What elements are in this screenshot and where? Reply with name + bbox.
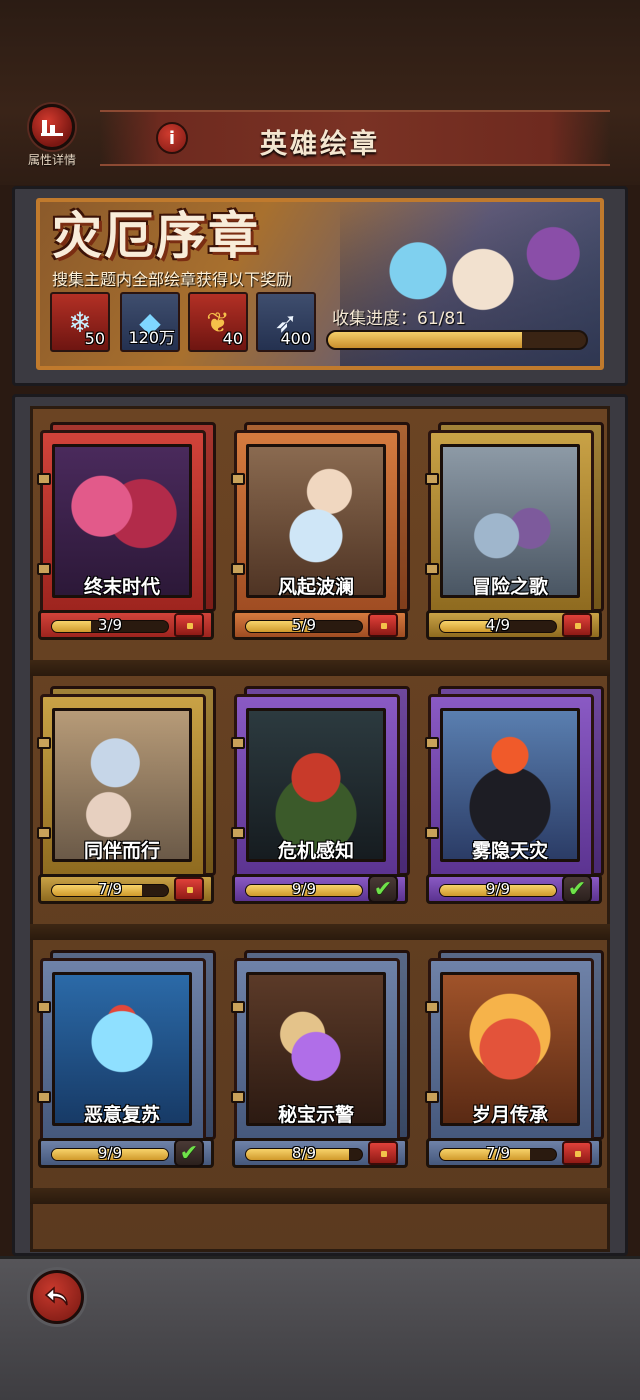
reward-chest-icon[interactable] [171, 873, 207, 905]
chest-icon [368, 613, 398, 637]
card-hinge [425, 1001, 439, 1013]
card-hinge [37, 737, 51, 749]
card-progress-bar: 9/9 ✔ [426, 874, 602, 904]
card-progress-text: 4/9 [485, 616, 511, 634]
shelf-divider [30, 660, 610, 676]
reward-quantity: 120万 [128, 328, 175, 347]
card-progress-text: 7/9 [485, 1144, 511, 1162]
banner-subtitle: 搜集主题内全部绘章获得以下奖励 [52, 270, 293, 289]
card-progress-bar: 7/9 [426, 1138, 602, 1168]
collection-card[interactable]: 风起波澜 5/9 [231, 422, 410, 640]
card-hinge [425, 1091, 439, 1103]
collection-card[interactable]: 秘宝示警 8/9 [231, 950, 410, 1168]
collection-progress-bar [326, 330, 588, 350]
chest-icon [174, 877, 204, 901]
collection-progress-label: 收集进度：61/81 [332, 309, 466, 329]
card-hinge [231, 1001, 245, 1013]
collection-progress-fill [328, 332, 523, 348]
card-hinge [37, 1001, 51, 1013]
reward-slot[interactable]: ❦ 40 [188, 292, 248, 352]
reward-chest-icon[interactable] [365, 1137, 401, 1169]
collection-card[interactable]: 恶意复苏 9/9 ✔ [37, 950, 216, 1168]
card-hinge [37, 1091, 51, 1103]
chest-icon [174, 613, 204, 637]
card-progress-text: 3/9 [97, 616, 123, 634]
card-progress-bar: 9/9 ✔ [38, 1138, 214, 1168]
card-progress-text: 7/9 [97, 880, 123, 898]
reward-quantity: 400 [280, 329, 311, 348]
card-progress-bar: 4/9 [426, 610, 602, 640]
card-title: 恶意复苏 [83, 1104, 160, 1126]
shelf-divider [30, 1188, 610, 1204]
card-title: 秘宝示警 [277, 1104, 354, 1126]
back-arrow-icon [44, 1286, 68, 1306]
collection-card[interactable]: 岁月传承 7/9 [425, 950, 604, 1168]
bottom-bar [0, 1256, 640, 1400]
reward-quantity: 50 [84, 329, 105, 348]
card-hinge [37, 827, 51, 839]
card-progress-text: 9/9 [291, 880, 317, 898]
completed-check-icon[interactable]: ✔ [171, 1137, 207, 1169]
card-hinge [231, 737, 245, 749]
collection-card[interactable]: 雾隐天灾 9/9 ✔ [425, 686, 604, 904]
card-progress-bar: 5/9 [232, 610, 408, 640]
attribute-details-button[interactable]: 属性详情 [22, 104, 82, 167]
card-hinge [231, 827, 245, 839]
back-button[interactable] [30, 1270, 84, 1324]
card-progress-text: 9/9 [485, 880, 511, 898]
reward-chest-icon[interactable] [559, 1137, 595, 1169]
collection-card[interactable]: 终末时代 3/9 [37, 422, 216, 640]
card-title: 危机感知 [277, 840, 354, 862]
card-progress-bar: 9/9 ✔ [232, 874, 408, 904]
card-progress-bar: 8/9 [232, 1138, 408, 1168]
card-hinge [425, 473, 439, 485]
reward-slot[interactable]: ➶ 400 [256, 292, 316, 352]
reward-slot[interactable]: ◆ 120万 [120, 292, 180, 352]
card-title: 风起波澜 [277, 576, 354, 598]
attribute-icon [29, 104, 75, 150]
card-title: 雾隐天灾 [471, 840, 548, 862]
card-progress-text: 9/9 [97, 1144, 123, 1162]
completed-check-icon[interactable]: ✔ [559, 873, 595, 905]
card-hinge [425, 563, 439, 575]
card-hinge [37, 563, 51, 575]
card-hinge [37, 473, 51, 485]
attribute-details-label: 属性详情 [27, 153, 76, 167]
card-title: 岁月传承 [471, 1104, 548, 1126]
card-progress-bar: 3/9 [38, 610, 214, 640]
chest-icon [368, 1141, 398, 1165]
card-progress-text: 5/9 [291, 616, 317, 634]
card-title: 终末时代 [83, 576, 160, 598]
reward-chest-icon[interactable] [171, 609, 207, 641]
reward-quantity: 40 [222, 329, 243, 348]
card-progress-bar: 7/9 [38, 874, 214, 904]
card-title: 冒险之歌 [471, 576, 548, 598]
chest-icon [562, 1141, 592, 1165]
completed-check-icon[interactable]: ✔ [365, 873, 401, 905]
card-hinge [425, 827, 439, 839]
card-hinge [231, 563, 245, 575]
card-hinge [231, 473, 245, 485]
reward-chest-icon[interactable] [559, 609, 595, 641]
checkmark-icon: ✔ [562, 875, 592, 903]
card-hinge [425, 737, 439, 749]
card-hinge [231, 1091, 245, 1103]
collection-card[interactable]: 同伴而行 7/9 [37, 686, 216, 904]
reward-slot[interactable]: ❄ 50 [50, 292, 110, 352]
card-title: 同伴而行 [83, 840, 160, 862]
checkmark-icon: ✔ [368, 875, 398, 903]
collection-card[interactable]: 冒险之歌 4/9 [425, 422, 604, 640]
info-button[interactable]: i [156, 122, 188, 154]
reward-chest-icon[interactable] [365, 609, 401, 641]
page-title: 英雄绘章 [260, 129, 380, 160]
chest-icon [562, 613, 592, 637]
shelf-divider [30, 924, 610, 940]
card-progress-text: 8/9 [291, 1144, 317, 1162]
collection-card[interactable]: 危机感知 9/9 ✔ [231, 686, 410, 904]
checkmark-icon: ✔ [174, 1139, 204, 1167]
banner-title: 灾厄序章 [52, 207, 260, 265]
